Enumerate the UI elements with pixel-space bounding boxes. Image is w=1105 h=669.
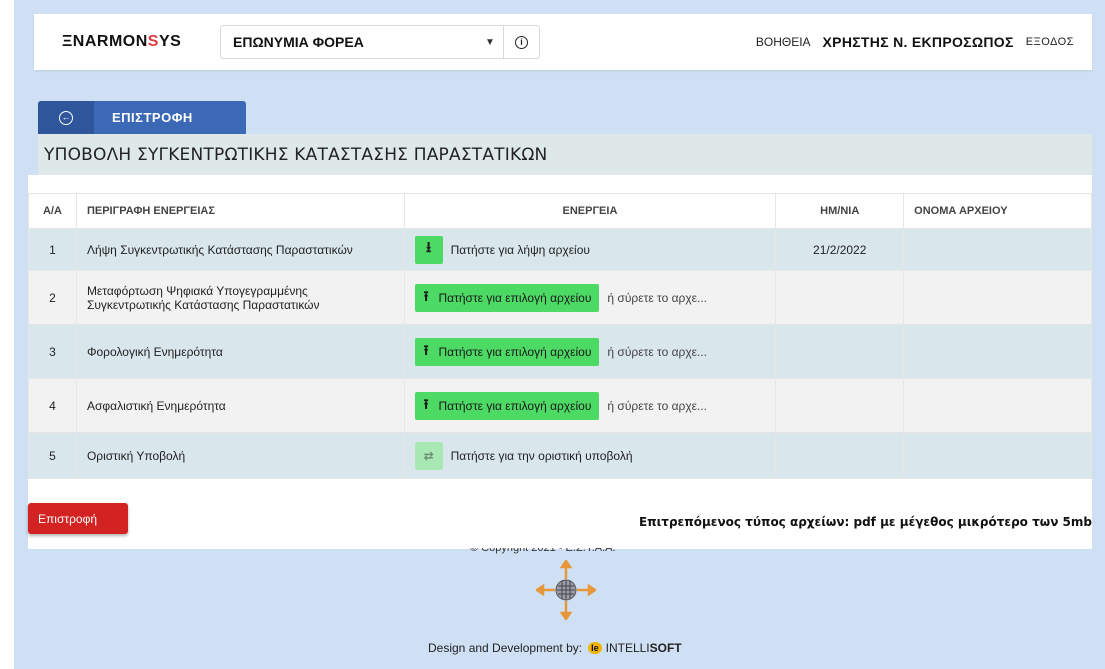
row-description-text: Λήψη Συγκεντρωτικής Κατάστασης Παραστατι… <box>86 242 353 257</box>
actions-table: Α/Α ΠΕΡΙΓΡΑΦΗ ΕΝΕΡΓΕΙΑΣ ΕΝΕΡΓΕΙΑ ΗΜ/ΝΙΑ … <box>28 193 1092 479</box>
row-action-cell: ⭳ Πατήστε για λήψη αρχείου <box>403 228 777 271</box>
info-icon: i <box>515 35 528 49</box>
row-date <box>775 324 905 379</box>
row-number: 5 <box>28 432 77 479</box>
chevron-down-icon[interactable]: ▼ <box>477 37 503 48</box>
info-button[interactable]: i <box>503 25 539 59</box>
help-link[interactable]: ΒΟΗΘΕΙΑ <box>756 35 811 49</box>
table-row: 3 Φορολογική Ενημερότητα ⭱ Πατήστε για επ… <box>28 324 1092 379</box>
title-strip: ΥΠΟΒΟΛΗ ΣΥΓΚΕΝΤΡΩΤΙΚΗΣ ΚΑΤΑΣΤΑΣΗΣ ΠΑΡΑΣΤ… <box>38 134 1092 175</box>
top-bar: ΞNARMON S YS ΕΠΩΝΥΜΙΑ ΦΟΡΕΑ ▼ i ΒΟΗΘΕΙΑ ΧΡ… <box>34 14 1092 70</box>
row-filename <box>903 228 1092 271</box>
arrow-left-icon: ← <box>59 110 73 125</box>
submit-icon: ⇄ <box>423 448 434 463</box>
row-date <box>775 432 905 479</box>
logo-text-accent: S <box>147 33 159 50</box>
credit-prefix: Design and Development by: <box>428 641 583 655</box>
row-action-cell: ⭱ Πατήστε για επιλογή αρχείου ή σύρετε το… <box>403 270 777 325</box>
row-number: 2 <box>28 270 77 325</box>
table-header-row: Α/Α ΠΕΡΙΓΡΑΦΗ ΕΝΕΡΓΕΙΑΣ ΕΝΕΡΓΕΙΑ ΗΜ/ΝΙΑ … <box>28 193 1092 229</box>
final-submit-text[interactable]: Πατήστε για την οριστική υποβολή <box>451 449 633 463</box>
row-filename <box>903 378 1092 433</box>
back-icon-box: ← <box>38 101 94 134</box>
row-filename <box>903 432 1092 479</box>
intellisoft-brand[interactable]: INTELLISOFT <box>606 641 682 655</box>
select-file-button-label: Πατήστε για επιλογή αρχείου <box>438 344 592 359</box>
app-logo[interactable]: ΞNARMON S YS <box>62 33 181 51</box>
column-header-action: ΕΝΕΡΓΕΙΑ <box>403 193 777 229</box>
logo-text-left: ΞNARMON <box>62 33 148 50</box>
user-name[interactable]: ΧΡΗΣΤΗΣ Ν. ΕΚΠΡΟΣΩΠΟΣ <box>823 34 1014 50</box>
user-menu: ΒΟΗΘΕΙΑ ΧΡΗΣΤΗΣ Ν. ΕΚΠΡΟΣΩΠΟΣ ΕΞΟΔΟΣ <box>756 34 1074 50</box>
row-number: 4 <box>28 378 77 433</box>
row-description-line1: Μεταφόρτωση Ψηφιακά Υπογεγραμμένης <box>86 283 308 298</box>
row-description: Λήψη Συγκεντρωτικής Κατάστασης Παραστατι… <box>75 228 405 271</box>
drop-zone-hint[interactable]: ή σύρετε το αρχε... <box>607 399 707 413</box>
row-number: 1 <box>28 228 77 271</box>
row-date <box>775 270 905 325</box>
content-panel: Α/Α ΠΕΡΙΓΡΑΦΗ ΕΝΕΡΓΕΙΑΣ ΕΝΕΡΓΕΙΑ ΗΜ/ΝΙΑ … <box>28 175 1092 549</box>
row-filename <box>903 324 1092 379</box>
download-action-text[interactable]: Πατήστε για λήψη αρχείου <box>451 243 590 257</box>
back-tab[interactable]: ← ΕΠΙΣΤΡΟΦΗ <box>38 101 246 134</box>
row-action-cell: ⇄ Πατήστε για την οριστική υποβολή <box>403 432 777 479</box>
column-header-description: ΠΕΡΙΓΡΑΦΗ ΕΝΕΡΓΕΙΑΣ <box>75 193 405 229</box>
table-row: 1 Λήψη Συγκεντρωτικής Κατάστασης Παραστα… <box>28 228 1092 271</box>
select-file-button-label: Πατήστε για επιλογή αρχείου <box>438 290 592 305</box>
row-date: 21/2/2022 <box>775 228 905 271</box>
upload-icon: ⭱ <box>423 395 429 412</box>
drop-zone-hint[interactable]: ή σύρετε το αρχε... <box>607 291 707 305</box>
select-file-button-label: Πατήστε για επιλογή αρχείου <box>438 398 592 413</box>
select-file-button[interactable]: ⭱ Πατήστε για επιλογή αρχείου <box>414 391 600 420</box>
developer-credit: Design and Development by: Ie INTELLISOF… <box>428 641 682 655</box>
allowed-file-note: Επιτρεπόμενος τύπος αρχείων: pdf με μέγε… <box>638 515 1092 529</box>
upload-icon: ⭱ <box>423 341 429 358</box>
row-action-cell: ⭱ Πατήστε για επιλογή αρχείου ή σύρετε το… <box>403 324 777 379</box>
row-number: 3 <box>28 324 77 379</box>
logo-text-right: YS <box>158 33 182 50</box>
final-submit-button[interactable]: ⇄ <box>414 441 443 470</box>
row-date <box>775 378 905 433</box>
row-description: Ασφαλιστική Ενημερότητα <box>75 378 405 433</box>
row-description: Φορολογική Ενημερότητα <box>75 324 405 379</box>
page-title: ΥΠΟΒΟΛΗ ΣΥΓΚΕΝΤΡΩΤΙΚΗΣ ΚΑΤΑΣΤΑΣΗΣ ΠΑΡΑΣΤ… <box>44 145 548 165</box>
drop-zone-hint[interactable]: ή σύρετε το αρχε... <box>607 345 707 359</box>
logout-link[interactable]: ΕΞΟΔΟΣ <box>1026 36 1074 48</box>
row-description: Οριστική Υποβολή <box>75 432 405 479</box>
row-action-cell: ⭱ Πατήστε για επιλογή αρχείου ή σύρετε το… <box>403 378 777 433</box>
column-header-date: ΗΜ/ΝΙΑ <box>775 193 905 229</box>
row-description: Μεταφόρτωση Ψηφιακά Υπογεγραμμένης Συγκε… <box>75 270 405 325</box>
column-header-aa: Α/Α <box>28 193 77 229</box>
column-header-filename: ΟΝΟΜΑ ΑΡΧΕΙΟΥ <box>903 193 1092 229</box>
emblem-icon <box>536 560 596 620</box>
select-file-button[interactable]: ⭱ Πατήστε για επιλογή αρχείου <box>414 337 600 366</box>
download-button[interactable]: ⭳ <box>414 235 443 264</box>
select-file-button[interactable]: ⭱ Πατήστε για επιλογή αρχείου <box>414 283 600 312</box>
table-row: 5 Οριστική Υποβολή ⇄ Πατήστε για την ορι… <box>28 432 1092 479</box>
entity-select-value: ΕΠΩΝΥΜΙΑ ΦΟΡΕΑ <box>233 34 364 50</box>
download-icon: ⭳ <box>425 239 432 256</box>
back-button[interactable]: Επιστροφή <box>28 503 128 534</box>
upload-icon: ⭱ <box>423 287 429 304</box>
brand-light: INTELLI <box>605 641 650 655</box>
table-row: 4 Ασφαλιστική Ενημερότητα ⭱ Πατήστε για ε… <box>28 378 1092 433</box>
row-filename <box>903 270 1092 325</box>
entity-select[interactable]: ΕΠΩΝΥΜΙΑ ΦΟΡΕΑ ▼ i <box>220 25 540 59</box>
back-tab-label: ΕΠΙΣΤΡΟΦΗ <box>112 110 193 125</box>
table-row: 2 Μεταφόρτωση Ψηφιακά Υπογεγραμμένης Συγ… <box>28 270 1092 325</box>
copyright-text: © Copyright 2021 - Ε.Σ.Υ.Α.Α. <box>470 548 616 554</box>
row-description-line2: Συγκεντρωτικής Κατάστασης Παραστατικών <box>86 297 320 312</box>
intellisoft-logo-mark: Ie <box>588 642 602 654</box>
brand-bold: SOFT <box>649 641 682 655</box>
